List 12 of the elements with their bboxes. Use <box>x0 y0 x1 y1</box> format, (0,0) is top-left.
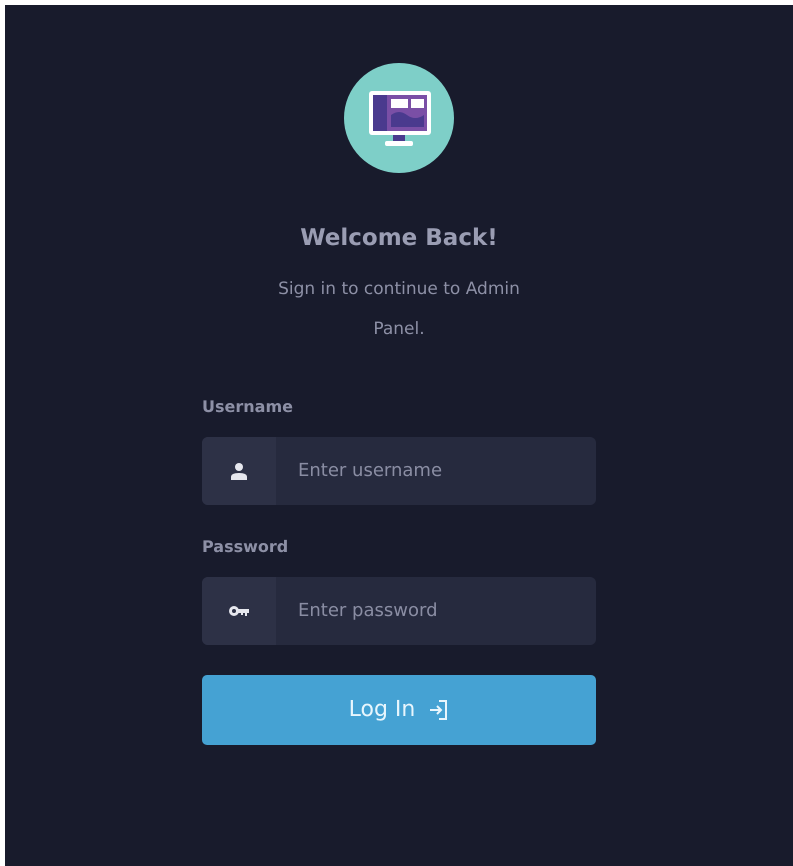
login-icon <box>429 698 450 721</box>
field-label: Username <box>202 396 294 418</box>
input-group-field[interactable]: Enter username <box>202 436 596 505</box>
field-label: Password <box>202 536 290 558</box>
login-button[interactable]: Log In <box>202 674 596 745</box>
sign-in-subtitle: Sign in to continue to Admin Panel. <box>277 278 521 341</box>
input-group-field[interactable]: Enter password <box>202 576 596 645</box>
text-field[interactable]: Enter password <box>276 576 596 645</box>
text-field[interactable]: Enter username <box>276 436 596 505</box>
welcome-heading: Welcome Back! <box>300 225 498 253</box>
user-icon <box>231 462 247 480</box>
key-icon <box>229 604 249 617</box>
